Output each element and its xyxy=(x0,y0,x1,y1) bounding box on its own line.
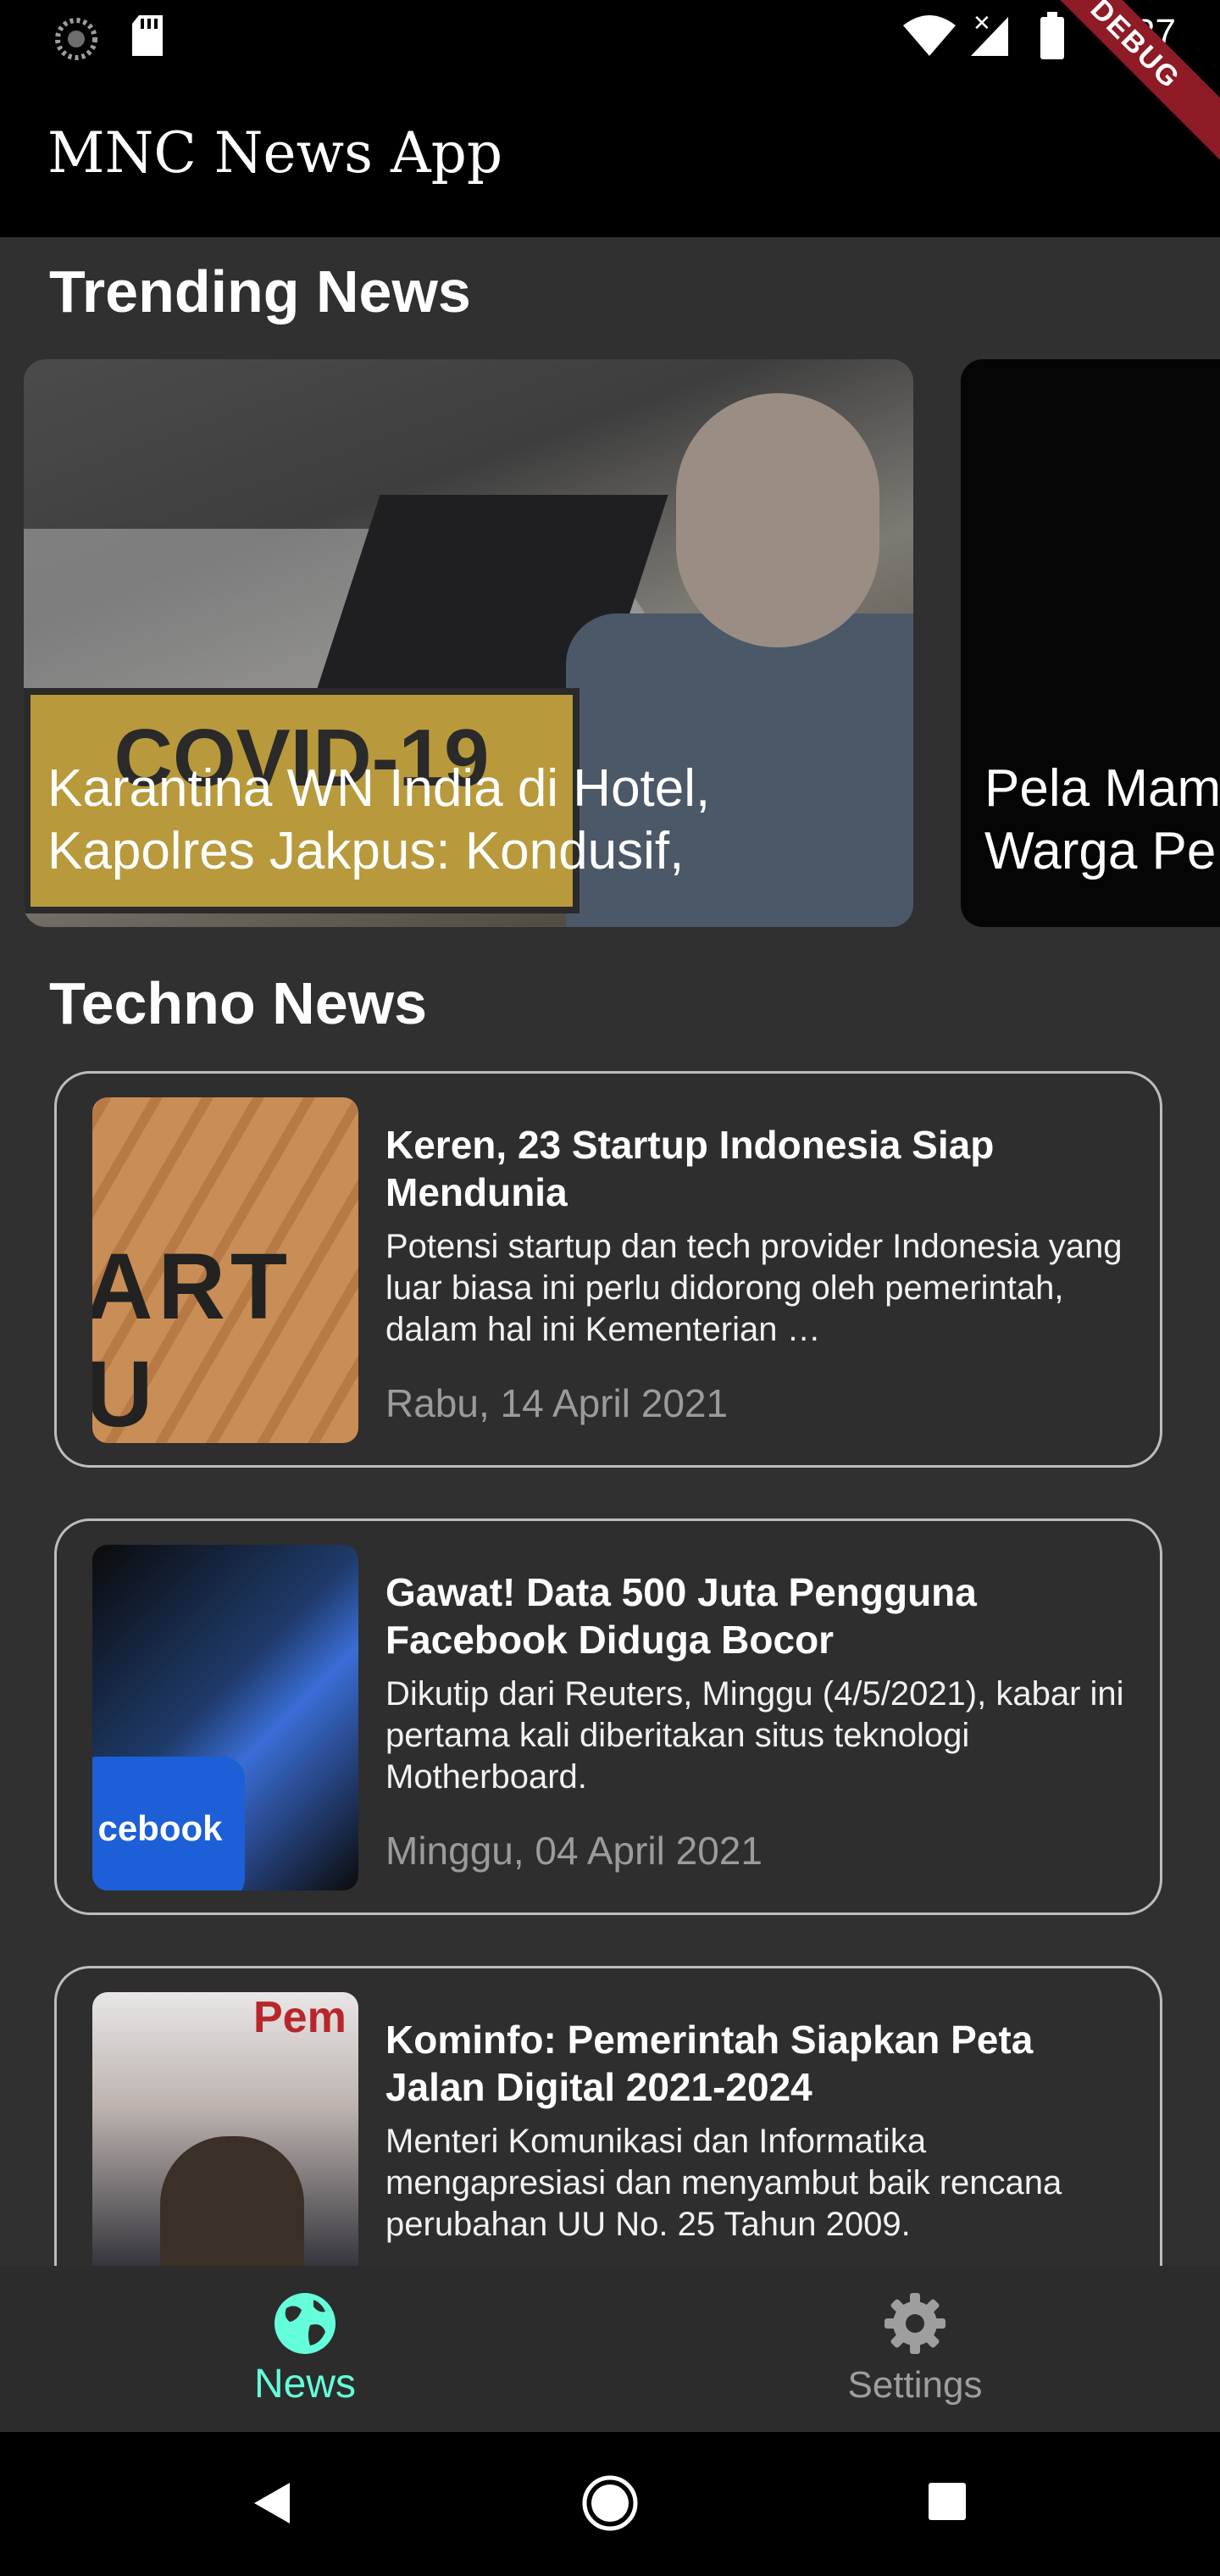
news-summary: Potensi startup dan tech provider Indone… xyxy=(385,1228,1123,1348)
home-icon[interactable] xyxy=(581,2474,639,2532)
svg-text:✕: ✕ xyxy=(973,11,991,36)
news-card[interactable]: cebook Gawat! Data 500 Juta Pengguna Fac… xyxy=(54,1518,1162,1915)
thumbnail-text: Pem xyxy=(253,1993,347,2042)
signal-icon: ✕ xyxy=(971,11,1008,56)
bottom-navigation: News Settings xyxy=(0,2266,1220,2432)
status-bar: ✕ 9:37 xyxy=(0,0,1220,71)
trending-carousel[interactable]: COVID-19 Karantina WN India di Hotel, Ka… xyxy=(0,359,1220,929)
thumbnail-text: ART U xyxy=(92,1235,293,1443)
trending-title: Karantina WN India di Hotel, Kapolres Ja… xyxy=(47,759,711,880)
nav-item-news[interactable]: News xyxy=(0,2266,610,2432)
thumbnail-text: cebook xyxy=(92,1757,245,1890)
news-summary: Menteri Komunikasi dan Informatika menga… xyxy=(385,2123,1062,2243)
news-title: Keren, 23 Startup Indonesia Siap Menduni… xyxy=(385,1123,995,1214)
app-title: MNC News App xyxy=(47,120,503,186)
news-date: Minggu, 04 April 2021 xyxy=(385,1829,762,1873)
news-summary: Dikutip dari Reuters, Minggu (4/5/2021),… xyxy=(385,1675,1124,1796)
app-bar: MNC News App xyxy=(0,71,1220,237)
trending-heading: Trending News xyxy=(49,258,471,325)
news-thumbnail: cebook xyxy=(92,1545,358,1890)
news-title: Gawat! Data 500 Juta Pengguna Facebook D… xyxy=(385,1570,977,1662)
news-title: Kominfo: Pemerintah Siapkan Peta Jalan D… xyxy=(385,2018,1034,2109)
techno-heading: Techno News xyxy=(49,970,428,1036)
back-icon[interactable] xyxy=(251,2479,293,2527)
trending-card[interactable]: COVID-19 Karantina WN India di Hotel, Ka… xyxy=(24,359,913,927)
loading-icon xyxy=(55,18,97,60)
globe-icon xyxy=(274,2293,336,2354)
gear-icon xyxy=(884,2293,946,2354)
nav-item-settings[interactable]: Settings xyxy=(610,2266,1220,2432)
news-card[interactable]: Pem Kominfo: Pemerintah Siapkan Peta Jal… xyxy=(54,1966,1162,2268)
system-navigation-bar xyxy=(0,2432,1220,2576)
recents-icon[interactable] xyxy=(927,2481,968,2522)
news-thumbnail: Pem xyxy=(92,1992,358,2268)
nav-label-settings: Settings xyxy=(847,2364,983,2406)
trending-title: Pela Mam Warga Pe xyxy=(984,759,1220,880)
news-thumbnail: ART U xyxy=(92,1097,358,1443)
trending-card[interactable]: Pela Mam Warga Pe xyxy=(961,359,1220,927)
debug-banner: DEBUG xyxy=(1051,0,1220,162)
sd-card-icon xyxy=(132,15,163,56)
wifi-icon xyxy=(903,15,956,56)
head-shape xyxy=(676,393,879,647)
news-date: Rabu, 14 April 2021 xyxy=(385,1381,729,1425)
nav-label-news: News xyxy=(253,2362,357,2407)
debug-banner-wrap: DEBUG xyxy=(1051,0,1220,169)
person-shape xyxy=(160,2136,304,2268)
news-card[interactable]: ART U Keren, 23 Startup Indonesia Siap M… xyxy=(54,1071,1162,1468)
